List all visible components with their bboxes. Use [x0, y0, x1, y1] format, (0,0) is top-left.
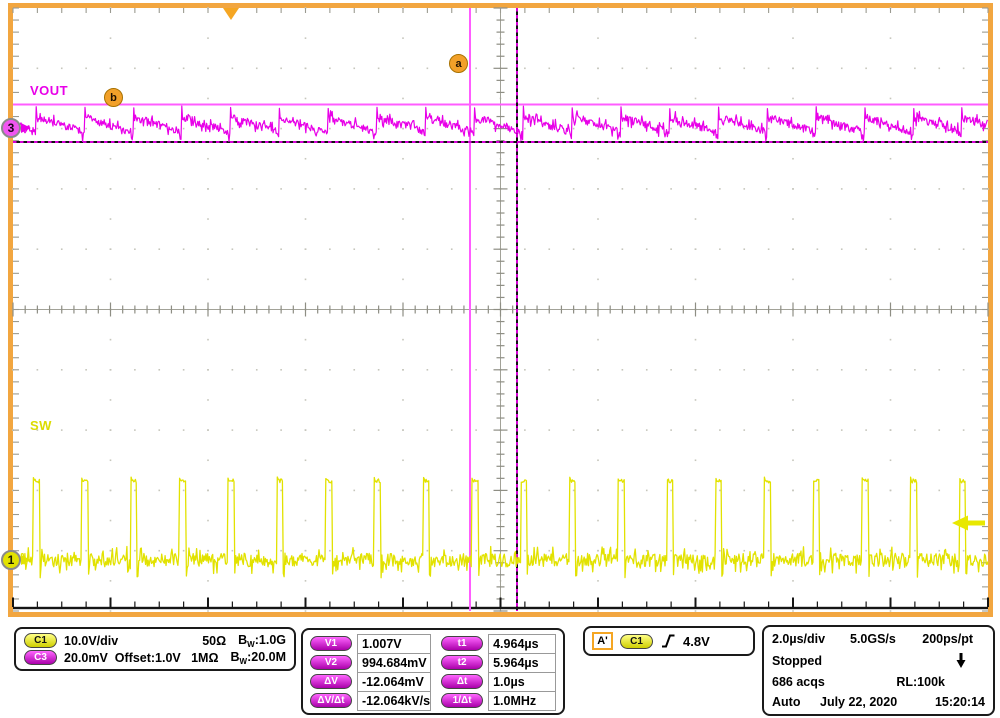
- channel1-arrow-icon: [21, 555, 31, 565]
- time-label: 15:20:14: [935, 695, 985, 709]
- ch1-termination: 50Ω: [202, 634, 226, 648]
- trigger-position-icon[interactable]: [223, 8, 239, 20]
- trigger-readout: A' C1 4.8V: [583, 626, 755, 656]
- vout-trace-label: VOUT: [30, 83, 68, 98]
- ch3-bandwidth: BW:20.0M: [231, 650, 287, 666]
- cursor-readout: V1 1.007V V2 994.684mV ΔV -12.064mV ΔV/Δ…: [301, 628, 565, 715]
- cursor-b-badge[interactable]: b: [104, 88, 123, 107]
- delta-t-value: 1.0µs: [488, 672, 556, 692]
- t2-value: 5.964µs: [488, 653, 556, 673]
- trigger-level-value: 4.8V: [683, 634, 710, 649]
- sample-rate: 5.0GS/s: [850, 632, 896, 646]
- timebase-row: 2.0µs/div 5.0GS/s 200ps/pt: [772, 632, 985, 646]
- v1-value: 1.007V: [357, 634, 431, 654]
- channel3-position-marker[interactable]: 3: [1, 118, 21, 138]
- sw-trace-label: SW: [30, 418, 52, 433]
- down-arrow-icon: [955, 652, 967, 669]
- v2-badge[interactable]: V2: [310, 655, 352, 670]
- time-cursor-column: t1 4.964µs t2 5.964µs Δt 1.0µs 1/Δt 1.0M…: [441, 634, 556, 709]
- delta-v-badge[interactable]: ΔV: [310, 674, 352, 689]
- ch1-bandwidth: BW:1.0G: [238, 633, 286, 649]
- ch3-scale: 20.0mV: [64, 651, 108, 665]
- delta-v-value: -12.064mV: [357, 672, 431, 692]
- inverse-dt-value: 1.0MHz: [488, 691, 556, 711]
- ch1-scale: 10.0V/div: [64, 634, 118, 648]
- dv-dt-badge[interactable]: ΔV/Δt: [310, 693, 352, 708]
- timebase-readout: 2.0µs/div 5.0GS/s 200ps/pt Stopped 686 a…: [762, 625, 995, 716]
- trigger-mode-badge[interactable]: A': [592, 632, 613, 650]
- cursor-a-badge[interactable]: a: [449, 54, 468, 73]
- timebase-scale: 2.0µs/div: [772, 632, 850, 646]
- graticule-frame: [8, 3, 993, 617]
- ch3-termination: 1MΩ: [191, 651, 218, 665]
- cursor-row-dvdt: ΔV/Δt -12.064kV/s: [310, 691, 431, 710]
- cursor-row-freq: 1/Δt 1.0MHz: [441, 691, 556, 710]
- acquisition-status: Stopped: [772, 654, 822, 668]
- voltage-cursor-column: V1 1.007V V2 994.684mV ΔV -12.064mV ΔV/Δ…: [310, 634, 431, 709]
- cursor-row-dt: Δt 1.0µs: [441, 672, 556, 691]
- cursor-row-dv: ΔV -12.064mV: [310, 672, 431, 691]
- t1-badge[interactable]: t1: [441, 636, 483, 651]
- ch1-badge[interactable]: C1: [24, 633, 57, 648]
- inverse-dt-badge[interactable]: 1/Δt: [441, 693, 483, 708]
- t2-badge[interactable]: t2: [441, 655, 483, 670]
- cursor-row-t1: t1 4.964µs: [441, 634, 556, 653]
- t1-value: 4.964µs: [488, 634, 556, 654]
- ch3-settings-row: C3 20.0mV Offset:1.0V 1MΩ BW:20.0M: [24, 650, 286, 666]
- trigger-source-badge[interactable]: C1: [620, 634, 653, 649]
- date-label: July 22, 2020: [820, 695, 897, 709]
- ch1-settings-row: C1 10.0V/div 50Ω BW:1.0G: [24, 633, 286, 649]
- acq-count-row: 686 acqs RL:100k: [772, 675, 985, 689]
- trigger-mode: Auto: [772, 695, 820, 709]
- channel-settings-readout: C1 10.0V/div 50Ω BW:1.0G C3 20.0mV Offse…: [14, 627, 296, 671]
- ch3-offset: Offset:1.0V: [115, 651, 181, 665]
- cursor-row-v2: V2 994.684mV: [310, 653, 431, 672]
- rising-edge-icon: [660, 633, 676, 649]
- datetime-row: Auto July 22, 2020 15:20:14: [772, 695, 985, 709]
- acquisition-count: 686 acqs: [772, 675, 825, 689]
- record-length: RL:100k: [896, 675, 945, 689]
- cursor-row-t2: t2 5.964µs: [441, 653, 556, 672]
- ch3-badge[interactable]: C3: [24, 650, 57, 665]
- channel3-arrow-icon: [21, 123, 31, 133]
- delta-t-badge[interactable]: Δt: [441, 674, 483, 689]
- v1-badge[interactable]: V1: [310, 636, 352, 651]
- acq-status-row: Stopped: [772, 652, 985, 669]
- dv-dt-value: -12.064kV/s: [357, 691, 431, 711]
- cursor-row-v1: V1 1.007V: [310, 634, 431, 653]
- channel1-position-marker[interactable]: 1: [1, 550, 21, 570]
- oscilloscope-screen: VOUT SW a b 3 1 C1 10.0V/div 50Ω BW:1.0G…: [0, 0, 1000, 718]
- v2-value: 994.684mV: [357, 653, 431, 673]
- sample-resolution: 200ps/pt: [922, 632, 973, 646]
